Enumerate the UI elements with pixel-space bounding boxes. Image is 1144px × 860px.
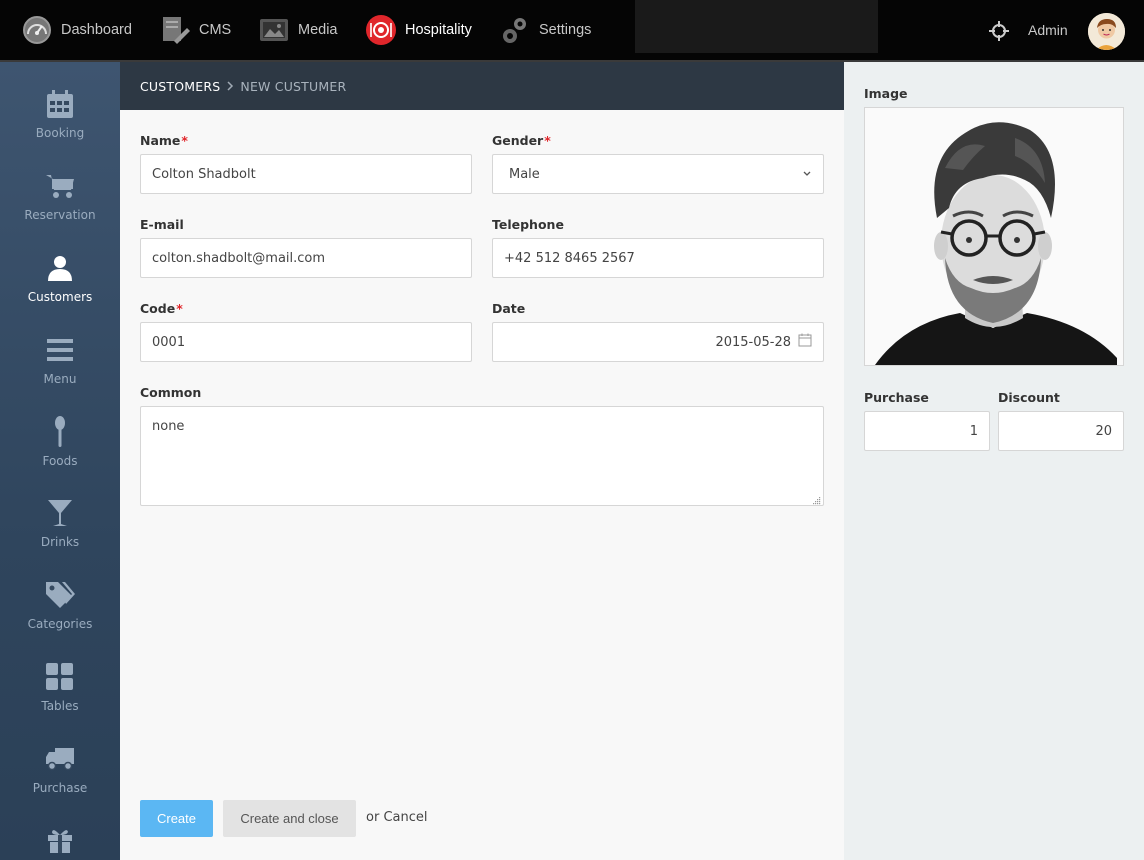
- cart-icon: [0, 166, 120, 206]
- create-and-close-button[interactable]: Create and close: [223, 800, 356, 837]
- cancel-link[interactable]: Cancel: [383, 810, 427, 825]
- cocktail-icon: [0, 493, 120, 533]
- nav-cms[interactable]: CMS: [160, 13, 231, 47]
- common-textarea[interactable]: none: [140, 406, 824, 506]
- email-label: E-mail: [140, 217, 184, 232]
- sidebar-item-label: Categories: [27, 617, 93, 631]
- breadcrumb: CUSTOMERS NEW CUSTUMER: [140, 79, 346, 94]
- sidebar-item-purchase[interactable]: Purchase: [0, 739, 120, 809]
- chevron-down-icon: [802, 167, 812, 182]
- sidebar-item-label: Reservation: [24, 208, 96, 222]
- email-field[interactable]: colton.shadbolt@mail.com: [140, 238, 472, 278]
- calendar-icon: [0, 84, 120, 124]
- breadcrumb-current: NEW CUSTUMER: [240, 79, 347, 94]
- sidebar-item-categories[interactable]: Categories: [0, 575, 120, 645]
- nav-dashboard-label: Dashboard: [61, 22, 132, 38]
- gift-icon: [0, 820, 120, 860]
- sidebar-item-reservation[interactable]: Reservation: [0, 166, 120, 236]
- nav-cms-label: CMS: [199, 22, 232, 38]
- avatar[interactable]: [1088, 13, 1125, 50]
- sidebar-item-menu[interactable]: Menu: [0, 330, 120, 400]
- sidebar-item-foods[interactable]: Foods: [0, 412, 120, 482]
- nav-settings[interactable]: Settings: [500, 13, 591, 47]
- tags-icon: [0, 575, 120, 615]
- sidebar-item-gifts[interactable]: [0, 820, 120, 860]
- discount-label: Discount: [998, 390, 1060, 405]
- or-text: or: [366, 810, 380, 825]
- sidebar-item-customers[interactable]: Customers: [0, 248, 120, 318]
- top-navigation-bar: Dashboard CMS Media Hospitality Settings…: [0, 0, 1144, 62]
- nav-hospitality[interactable]: Hospitality: [366, 13, 472, 47]
- gender-select[interactable]: Male: [492, 154, 824, 194]
- common-label: Common: [140, 385, 202, 400]
- cms-icon: [160, 15, 190, 45]
- code-label: Code*: [140, 301, 183, 316]
- name-label: Name*: [140, 133, 188, 148]
- media-icon: [259, 15, 289, 45]
- nav-settings-label: Settings: [539, 22, 592, 38]
- cancel-group: or Cancel: [366, 810, 428, 825]
- sidebar-item-label: Booking: [35, 126, 85, 140]
- date-label: Date: [492, 301, 526, 316]
- chevron-right-icon: [226, 79, 234, 94]
- top-bar-spacer: [635, 0, 878, 53]
- code-field[interactable]: 0001: [140, 322, 472, 362]
- breadcrumb-customers-link[interactable]: CUSTOMERS: [140, 79, 220, 94]
- gender-label: Gender*: [492, 133, 551, 148]
- calendar-icon[interactable]: [798, 333, 812, 351]
- truck-icon: [0, 739, 120, 779]
- user-name[interactable]: Admin: [1028, 22, 1068, 38]
- menu-lines-icon: [0, 330, 120, 370]
- image-label: Image: [864, 86, 908, 101]
- sidebar-item-label: Drinks: [40, 535, 80, 549]
- nav-media-label: Media: [298, 22, 338, 38]
- telephone-field[interactable]: +42 512 8465 2567: [492, 238, 824, 278]
- sidebar-item-label: Menu: [43, 372, 77, 386]
- crosshair-icon[interactable]: [988, 20, 1010, 42]
- nav-media[interactable]: Media: [259, 13, 338, 47]
- sidebar-item-label: Purchase: [32, 781, 88, 795]
- nav-hospitality-label: Hospitality: [405, 22, 472, 38]
- customer-photo[interactable]: [864, 107, 1124, 366]
- create-button[interactable]: Create: [140, 800, 213, 837]
- user-icon: [0, 248, 120, 288]
- date-field[interactable]: 2015-05-28: [492, 322, 824, 362]
- purchase-field[interactable]: 1: [864, 411, 990, 451]
- speedometer-icon: [22, 15, 52, 45]
- spoon-icon: [0, 412, 120, 452]
- telephone-label: Telephone: [492, 217, 564, 232]
- sidebar-item-label: Customers: [27, 290, 93, 304]
- discount-field[interactable]: 20: [998, 411, 1124, 451]
- sidebar-item-label: Tables: [41, 699, 79, 713]
- nav-dashboard[interactable]: Dashboard: [22, 13, 132, 47]
- name-field[interactable]: Colton Shadbolt: [140, 154, 472, 194]
- gears-icon: [500, 15, 530, 45]
- hospitality-plate-icon: [366, 15, 396, 45]
- sidebar-item-label: Foods: [42, 454, 78, 468]
- grid-icon: [0, 657, 120, 697]
- sidebar: Booking Reservation Customers Menu Foods…: [0, 62, 120, 860]
- sidebar-item-drinks[interactable]: Drinks: [0, 493, 120, 563]
- sidebar-item-booking[interactable]: Booking: [0, 84, 120, 154]
- sidebar-item-tables[interactable]: Tables: [0, 657, 120, 727]
- resize-grip-icon[interactable]: [812, 494, 821, 505]
- purchase-label: Purchase: [864, 390, 929, 405]
